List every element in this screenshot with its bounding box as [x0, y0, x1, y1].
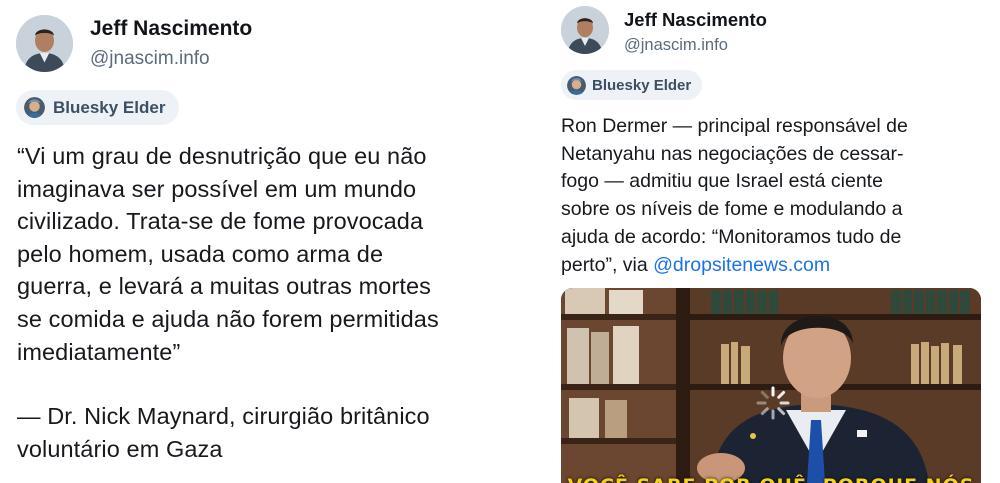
avatar-image [16, 15, 73, 72]
video-caption: VOCÊ SABE POR QUÊ, PORQUE NÓS [561, 475, 981, 483]
bluesky-elder-badge[interactable]: Bluesky Elder [16, 90, 180, 125]
video-player[interactable]: VOCÊ SABE POR QUÊ, PORQUE NÓS [561, 288, 981, 483]
quote-line: civilizado. Trata-se de fome provocada [17, 208, 424, 235]
badge-label: Bluesky Elder [592, 76, 692, 94]
quote-line: imaginava ser possível em um mundo [17, 175, 417, 202]
text-line: sobre os níveis de fome e modulando a [561, 198, 903, 221]
author-handle[interactable]: @jnascim.info [90, 48, 210, 70]
avatar[interactable] [16, 15, 73, 72]
text-line: ajuda de acordo: “Monitoramos tudo de [561, 225, 902, 248]
quote-line: pelo homem, usada como arma de [17, 240, 384, 267]
text-line-prefix: perto”, via [561, 253, 654, 276]
quote: “Vi um grau de desnutrição que eu não im… [17, 140, 517, 368]
bluesky-elder-badge[interactable]: Bluesky Elder [561, 70, 703, 100]
quote-line: guerra, e levará a muitas outras mortes [17, 273, 432, 300]
avatar-image [561, 6, 609, 54]
post-text: Ron Dermer — principal responsável de Ne… [561, 113, 991, 279]
avatar[interactable] [561, 6, 609, 54]
attribution-line: voluntário em Gaza [17, 435, 223, 462]
mention-link[interactable]: @dropsitenews.com [653, 254, 830, 276]
quote-line: “Vi um grau de desnutrição que eu não [17, 143, 427, 169]
post-right: Jeff Nascimento @jnascim.info Bluesky El… [548, 0, 1000, 483]
attribution: — Dr. Nick Maynard, cirurgião britânico … [17, 400, 517, 465]
post-left: Jeff Nascimento @jnascim.info Bluesky El… [0, 0, 520, 483]
text-line: fogo — admitiu que Israel está ciente [561, 170, 883, 193]
text-line: Ron Dermer — principal responsável de [561, 115, 908, 137]
text-line: perto”, via @dropsitenews.com [561, 252, 991, 280]
post-text: “Vi um grau de desnutrição que eu não im… [17, 140, 517, 465]
author-name[interactable]: Jeff Nascimento [90, 17, 252, 41]
badge-icon [24, 97, 45, 118]
author-handle[interactable]: @jnascim.info [624, 36, 728, 55]
author-name[interactable]: Jeff Nascimento [624, 9, 767, 31]
text-line: Netanyahu nas negociações de cessar- [561, 142, 904, 165]
quote-line: imediatamente” [17, 338, 181, 365]
loading-spinner-icon [756, 386, 790, 420]
badge-icon [567, 75, 586, 95]
quote-line: se comida e ajuda não forem permitidas [17, 305, 439, 332]
attribution-line: — Dr. Nick Maynard, cirurgião britânico [17, 403, 430, 430]
badge-label: Bluesky Elder [53, 97, 166, 117]
